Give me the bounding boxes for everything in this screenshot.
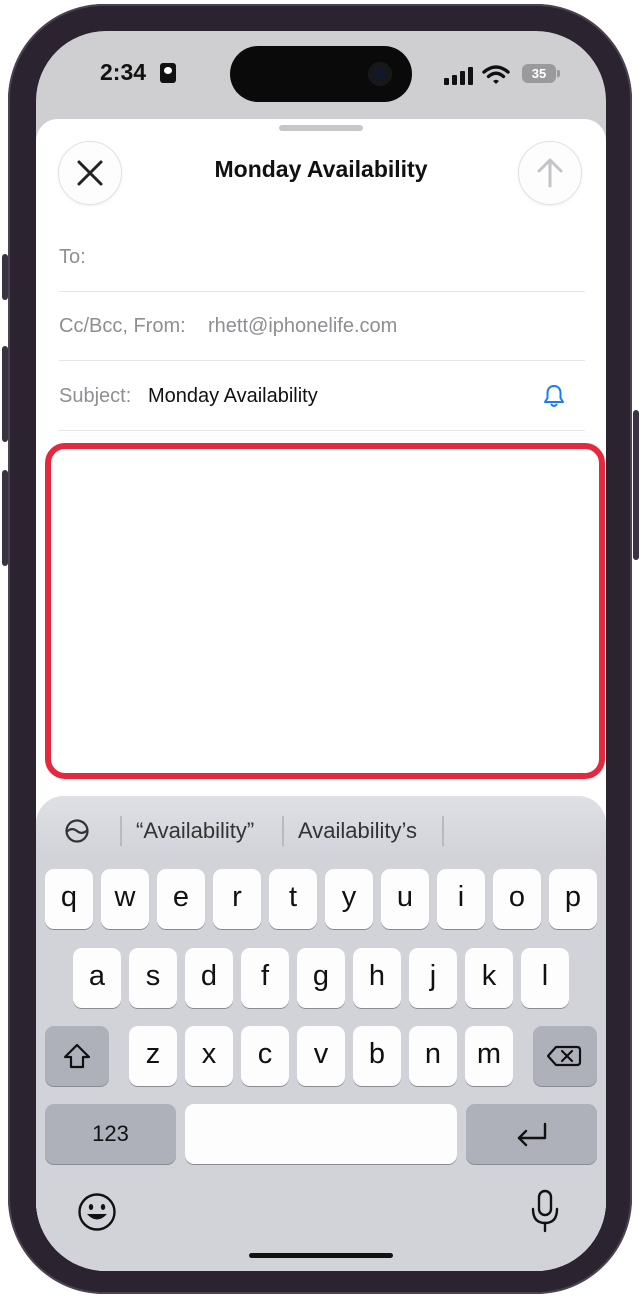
- key-m[interactable]: m: [465, 1026, 513, 1086]
- key-i[interactable]: i: [437, 869, 485, 929]
- screen: 2:34 35 Monday Availability To: Cc/Bcc, …: [36, 31, 606, 1271]
- microphone-icon[interactable]: [530, 1189, 560, 1233]
- home-indicator[interactable]: [249, 1253, 393, 1258]
- bell-icon[interactable]: [541, 383, 567, 409]
- close-button[interactable]: [58, 141, 122, 205]
- battery-level: 35: [531, 66, 547, 81]
- space-bar[interactable]: [185, 1104, 457, 1164]
- key-w[interactable]: w: [101, 869, 149, 929]
- key-d[interactable]: d: [185, 948, 233, 1008]
- key-h[interactable]: h: [353, 948, 401, 1008]
- volume-up-button: [2, 346, 8, 442]
- subject-value: Monday Availability: [148, 385, 318, 407]
- status-bar: 2:34 35: [36, 31, 606, 119]
- key-f[interactable]: f: [241, 948, 289, 1008]
- key-l[interactable]: l: [521, 948, 569, 1008]
- subject-label: Subject:: [59, 385, 132, 407]
- key-p[interactable]: p: [549, 869, 597, 929]
- arrow-up-icon: [537, 158, 563, 188]
- suggestion-1[interactable]: “Availability”: [136, 816, 254, 846]
- key-v[interactable]: v: [297, 1026, 345, 1086]
- suggestion-separator: [282, 816, 284, 846]
- compose-title: Monday Availability: [214, 156, 428, 182]
- cc-from-label: Cc/Bcc, From:: [59, 315, 186, 337]
- numbers-key[interactable]: 123: [45, 1104, 176, 1164]
- camera-icon: [368, 62, 392, 86]
- suggestion-separator: [442, 816, 444, 846]
- to-label: To:: [59, 246, 86, 268]
- contact-card-icon: [160, 63, 176, 83]
- key-u[interactable]: u: [381, 869, 429, 929]
- keyboard: “Availability” Availability’s q w e r t …: [36, 796, 606, 1271]
- key-j[interactable]: j: [409, 948, 457, 1008]
- dynamic-island: [230, 46, 412, 102]
- message-body-field[interactable]: [45, 443, 605, 779]
- key-t[interactable]: t: [269, 869, 317, 929]
- key-x[interactable]: x: [185, 1026, 233, 1086]
- key-b[interactable]: b: [353, 1026, 401, 1086]
- send-button[interactable]: [518, 141, 582, 205]
- return-icon: [517, 1122, 547, 1147]
- suggestion-separator: [120, 816, 122, 846]
- key-z[interactable]: z: [129, 1026, 177, 1086]
- action-button: [2, 254, 8, 300]
- from-address: rhett@iphonelife.com: [208, 315, 398, 337]
- shift-icon: [63, 1043, 91, 1069]
- return-key[interactable]: [466, 1104, 597, 1164]
- wifi-icon: [482, 65, 510, 84]
- sheet-grabber[interactable]: [279, 125, 363, 131]
- emoji-shape-icon[interactable]: [64, 818, 90, 844]
- key-y[interactable]: y: [325, 869, 373, 929]
- key-k[interactable]: k: [465, 948, 513, 1008]
- suggestion-2[interactable]: Availability’s: [298, 816, 417, 846]
- key-n[interactable]: n: [409, 1026, 457, 1086]
- cellular-signal-icon: [444, 67, 474, 85]
- battery-icon: 35: [522, 64, 560, 83]
- key-o[interactable]: o: [493, 869, 541, 929]
- delete-icon: [546, 1045, 582, 1067]
- delete-key[interactable]: [533, 1026, 597, 1086]
- close-icon: [77, 160, 103, 186]
- key-q[interactable]: q: [45, 869, 93, 929]
- cc-from-row[interactable]: Cc/Bcc, From: rhett@iphonelife.com: [59, 292, 585, 361]
- status-time: 2:34: [100, 59, 147, 85]
- key-r[interactable]: r: [213, 869, 261, 929]
- key-s[interactable]: s: [129, 948, 177, 1008]
- subject-row[interactable]: Subject: Monday Availability: [59, 362, 585, 431]
- shift-key[interactable]: [45, 1026, 109, 1086]
- key-g[interactable]: g: [297, 948, 345, 1008]
- volume-down-button: [2, 470, 8, 566]
- to-row[interactable]: To:: [59, 223, 585, 292]
- emoji-icon[interactable]: [77, 1192, 117, 1232]
- key-a[interactable]: a: [73, 948, 121, 1008]
- key-c[interactable]: c: [241, 1026, 289, 1086]
- power-button: [633, 410, 639, 560]
- key-e[interactable]: e: [157, 869, 205, 929]
